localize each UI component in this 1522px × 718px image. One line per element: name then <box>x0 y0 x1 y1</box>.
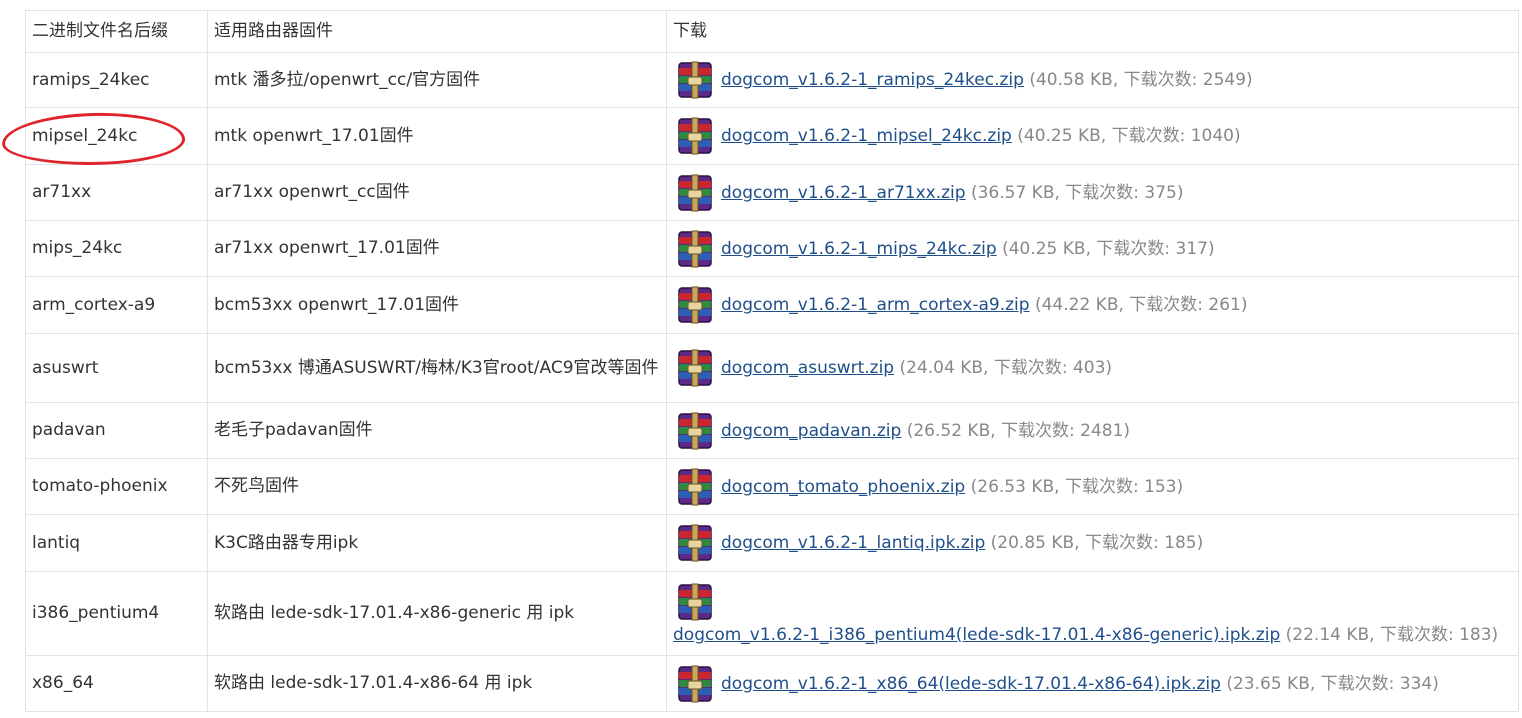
download-cell: dogcom_padavan.zip (26.52 KB, 下载次数: 2481… <box>666 402 1519 459</box>
firmware-cell: 软路由 lede-sdk-17.01.4-x86-64 用 ipk <box>207 655 667 712</box>
winrar-archive-icon <box>673 467 717 507</box>
file-download-link[interactable]: dogcom_v1.6.2-1_arm_cortex-a9.zip <box>721 295 1030 315</box>
file-meta: (40.58 KB, 下载次数: 2549) <box>1029 70 1253 90</box>
winrar-archive-icon <box>673 116 717 156</box>
suffix-cell: ar71xx <box>25 164 208 221</box>
firmware-cell: mtk openwrt_17.01固件 <box>207 107 667 165</box>
file-download-link[interactable]: dogcom_padavan.zip <box>721 421 901 441</box>
table-row: i386_pentium4 软路由 lede-sdk-17.01.4-x86-ge… <box>25 571 1519 656</box>
file-meta: (36.57 KB, 下载次数: 375) <box>970 182 1184 203</box>
file-download-link[interactable]: dogcom_v1.6.2-1_x86_64(lede-sdk-17.01.4-… <box>721 674 1221 694</box>
winrar-archive-icon <box>673 348 717 388</box>
winrar-archive-icon <box>673 229 717 269</box>
download-cell: dogcom_asuswrt.zip (24.04 KB, 下载次数: 403) <box>666 333 1519 403</box>
file-meta: (44.22 KB, 下载次数: 261) <box>1034 295 1248 315</box>
download-cell: dogcom_tomato_phoenix.zip (26.53 KB, 下载次… <box>666 458 1519 515</box>
table-header-row: 二进制文件名后缀 适用路由器固件 下载 <box>25 10 1519 53</box>
download-cell: dogcom_v1.6.2-1_x86_64(lede-sdk-17.01.4-… <box>666 655 1519 712</box>
table-row: mipsel_24kc mtk openwrt_17.01固件 dogcom_v1.… <box>25 107 1519 165</box>
firmware-cell: 软路由 lede-sdk-17.01.4-x86-generic 用 ipk <box>207 571 667 656</box>
table-row: padavan 老毛子padavan固件 dogcom_padavan.zip (2… <box>25 402 1519 459</box>
file-meta: (20.85 KB, 下载次数: 185) <box>990 533 1204 553</box>
file-download-link[interactable]: dogcom_v1.6.2-1_mips_24kc.zip <box>721 239 997 259</box>
file-download-link[interactable]: dogcom_v1.6.2-1_lantiq.ipk.zip <box>721 533 985 553</box>
download-table: 二进制文件名后缀 适用路由器固件 下载 ramips_24kec mtk 潘多拉/… <box>25 10 1519 712</box>
file-download-link[interactable]: dogcom_asuswrt.zip <box>721 358 894 378</box>
header-suffix: 二进制文件名后缀 <box>25 10 208 53</box>
file-meta: (40.25 KB, 下载次数: 317) <box>1002 238 1215 259</box>
firmware-cell: 老毛子padavan固件 <box>207 402 667 459</box>
file-meta: (26.52 KB, 下载次数: 2481) <box>906 420 1131 441</box>
file-meta: (26.53 KB, 下载次数: 153) <box>970 476 1184 497</box>
table-row: tomato-phoenix 不死鸟固件 dogcom_tomato_phoenix… <box>25 458 1519 515</box>
firmware-cell: ar71xx openwrt_cc固件 <box>207 164 667 221</box>
file-download-link[interactable]: dogcom_v1.6.2-1_ar71xx.zip <box>721 183 966 203</box>
suffix-cell: arm_cortex-a9 <box>25 276 208 334</box>
table-body: ramips_24kec mtk 潘多拉/openwrt_cc/官方固件 dogco… <box>25 52 1519 712</box>
suffix-cell: tomato-phoenix <box>25 458 208 515</box>
firmware-cell: bcm53xx 博通ASUSWRT/梅林/K3官root/AC9官改等固件 <box>207 333 667 403</box>
winrar-archive-icon <box>673 60 717 100</box>
winrar-archive-icon <box>673 523 717 563</box>
file-download-link[interactable]: dogcom_v1.6.2-1_i386_pentium4(lede-sdk-1… <box>673 625 1280 645</box>
firmware-cell: ar71xx openwrt_17.01固件 <box>207 220 667 277</box>
header-download: 下载 <box>666 10 1519 53</box>
file-meta: (23.65 KB, 下载次数: 334) <box>1226 673 1439 694</box>
winrar-archive-icon <box>673 664 717 704</box>
download-cell: dogcom_v1.6.2-1_ar71xx.zip (36.57 KB, 下载… <box>666 164 1519 221</box>
download-cell: dogcom_v1.6.2-1_i386_pentium4(lede-sdk-1… <box>666 571 1519 656</box>
firmware-cell: K3C路由器专用ipk <box>207 514 667 572</box>
firmware-cell: 不死鸟固件 <box>207 458 667 515</box>
header-firmware: 适用路由器固件 <box>207 10 667 53</box>
suffix-cell: ramips_24kec <box>25 52 208 108</box>
file-meta: (22.14 KB, 下载次数: 183) <box>1285 625 1499 645</box>
table-row: asuswrt bcm53xx 博通ASUSWRT/梅林/K3官root/AC9官… <box>25 333 1519 403</box>
file-download-link[interactable]: dogcom_v1.6.2-1_ramips_24kec.zip <box>721 70 1024 90</box>
suffix-cell: lantiq <box>25 514 208 572</box>
firmware-cell: mtk 潘多拉/openwrt_cc/官方固件 <box>207 52 667 108</box>
download-cell: dogcom_v1.6.2-1_ramips_24kec.zip (40.58 … <box>666 52 1519 108</box>
download-cell: dogcom_v1.6.2-1_lantiq.ipk.zip (20.85 KB… <box>666 514 1519 572</box>
suffix-cell: padavan <box>25 402 208 459</box>
table-row: x86_64 软路由 lede-sdk-17.01.4-x86-64 用 ipk d… <box>25 655 1519 712</box>
winrar-archive-icon <box>673 173 717 213</box>
winrar-archive-icon <box>673 582 717 622</box>
table-row: ar71xx ar71xx openwrt_cc固件 dogcom_v1.6.2-1… <box>25 164 1519 221</box>
suffix-cell: mipsel_24kc <box>25 107 208 165</box>
file-download-link[interactable]: dogcom_tomato_phoenix.zip <box>721 477 965 497</box>
file-meta: (40.25 KB, 下载次数: 1040) <box>1017 126 1241 146</box>
table-row: mips_24kc ar71xx openwrt_17.01固件 dogcom_v1… <box>25 220 1519 277</box>
download-cell: dogcom_v1.6.2-1_mips_24kc.zip (40.25 KB,… <box>666 220 1519 277</box>
suffix-cell: i386_pentium4 <box>25 571 208 656</box>
table-row: lantiq K3C路由器专用ipk dogcom_v1.6.2-1_lantiq.… <box>25 514 1519 572</box>
download-cell: dogcom_v1.6.2-1_arm_cortex-a9.zip (44.22… <box>666 276 1519 334</box>
firmware-cell: bcm53xx openwrt_17.01固件 <box>207 276 667 334</box>
file-download-link[interactable]: dogcom_v1.6.2-1_mipsel_24kc.zip <box>721 126 1012 146</box>
winrar-archive-icon <box>673 285 717 325</box>
suffix-cell: mips_24kc <box>25 220 208 277</box>
table-row: ramips_24kec mtk 潘多拉/openwrt_cc/官方固件 dogco… <box>25 52 1519 108</box>
winrar-archive-icon <box>673 411 717 451</box>
download-cell: dogcom_v1.6.2-1_mipsel_24kc.zip (40.25 K… <box>666 107 1519 165</box>
suffix-cell: asuswrt <box>25 333 208 403</box>
file-meta: (24.04 KB, 下载次数: 403) <box>899 358 1113 378</box>
table-row: arm_cortex-a9 bcm53xx openwrt_17.01固件 dogc… <box>25 276 1519 334</box>
suffix-cell: x86_64 <box>25 655 208 712</box>
